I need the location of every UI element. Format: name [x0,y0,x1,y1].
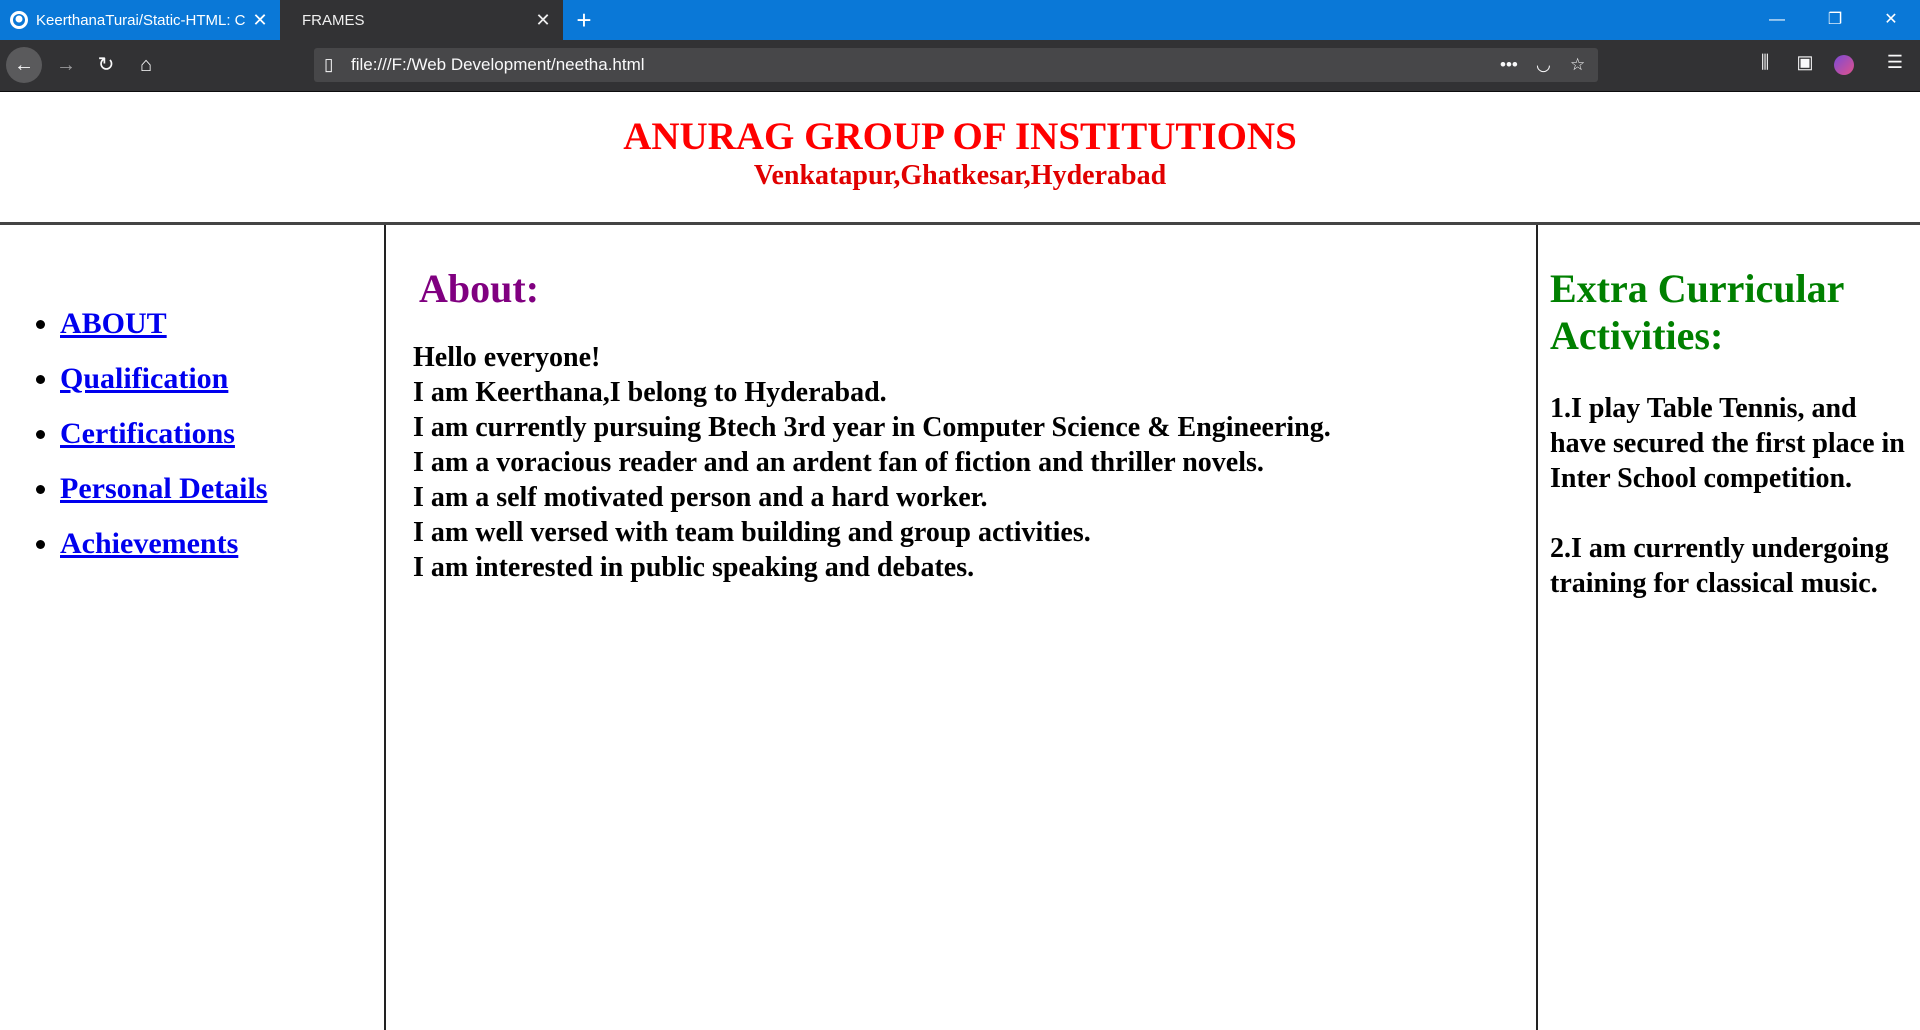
about-line: I am well versed with team building and … [413,517,1091,548]
plus-icon[interactable]: + [570,5,598,35]
activity-item: 1.I play Table Tennis, and have secured … [1550,393,1905,494]
about-line: I am interested in public speaking and d… [413,552,975,583]
forward-arrow-icon[interactable]: → [48,47,84,83]
menu-frame: ABOUT Qualification Certifications Perso… [0,225,386,1030]
institution-location: Venkatapur,Ghatkesar,Hyderabad [753,160,1167,191]
about-frame: About: Hello everyone! I am Keerthana,I … [386,225,1538,1030]
about-line: I am a self motivated person and a hard … [413,482,988,513]
menu-item-achievements: Achievements [60,527,267,582]
minimize-icon[interactable]: — [1748,0,1806,40]
extra-curricular-frame: Extra Curricular Activities: 1.I play Ta… [1538,225,1920,1030]
menu-hamburger-icon[interactable]: ☰ [1882,52,1908,73]
menu-item-about: ABOUT [60,307,267,362]
header-frame: ANURAG GROUP OF INSTITUTIONS Venkatapur,… [0,92,1920,222]
about-line: Hello everyone! [413,342,601,373]
about-line: I am a voracious reader and an ardent fa… [413,447,1264,478]
about-link[interactable]: ABOUT [60,307,167,340]
about-text: Hello everyone! I am Keerthana,I belong … [413,340,1331,585]
close-icon[interactable]: ✕ [1862,0,1920,40]
close-tab-icon[interactable]: ✕ [533,10,553,31]
page-content: ANURAG GROUP OF INSTITUTIONS Venkatapur,… [0,92,1920,1030]
browser-nav-bar: ← → ↻ ⌂ ▯ file:///F:/Web Development/nee… [0,40,1920,92]
personal-details-link[interactable]: Personal Details [60,472,267,505]
page-icon: ▯ [324,55,334,74]
sidebar-icon[interactable]: ▣ [1792,52,1818,73]
library-icon[interactable]: ⫼ [1752,52,1778,73]
browser-tab-bar: KeerthanaTurai/Static-HTML: C ✕ FRAMES ✕… [0,0,1920,40]
url-bar[interactable]: ▯ file:///F:/Web Development/neetha.html… [314,48,1598,82]
close-tab-icon[interactable]: ✕ [250,10,270,31]
reload-icon[interactable]: ↻ [88,47,124,83]
achievements-link[interactable]: Achievements [60,527,238,560]
account-avatar-icon[interactable] [1834,55,1854,75]
menu-item-qualification: Qualification [60,362,267,417]
certifications-link[interactable]: Certifications [60,417,235,450]
about-line: I am Keerthana,I belong to Hyderabad. [413,377,887,408]
back-arrow-icon[interactable]: ← [6,47,42,83]
menu-item-certifications: Certifications [60,417,267,472]
activity-item: 2.I am currently undergoing training for… [1550,533,1889,599]
tab-title: FRAMES [302,11,365,29]
tab-frames[interactable]: FRAMES ✕ [280,0,563,40]
restore-icon[interactable]: ❐ [1806,0,1864,40]
about-line: I am currently pursuing Btech 3rd year i… [413,412,1331,443]
about-heading: About: [419,266,540,311]
menu-item-personal-details: Personal Details [60,472,267,527]
tab-github[interactable]: KeerthanaTurai/Static-HTML: C ✕ [0,0,280,40]
bookmark-star-icon[interactable]: ☆ [1570,48,1585,82]
nav-menu: ABOUT Qualification Certifications Perso… [0,307,267,582]
github-icon [10,11,28,29]
pocket-icon[interactable]: ◡ [1536,48,1551,82]
more-actions-icon[interactable]: ••• [1500,48,1518,82]
qualification-link[interactable]: Qualification [60,362,228,395]
url-text[interactable]: file:///F:/Web Development/neetha.html [351,48,645,82]
extra-curricular-heading: Extra Curricular Activities: [1550,266,1844,358]
home-icon[interactable]: ⌂ [128,47,164,83]
institution-name: ANURAG GROUP OF INSTITUTIONS [623,115,1297,158]
tab-title: KeerthanaTurai/Static-HTML: C [36,11,246,29]
